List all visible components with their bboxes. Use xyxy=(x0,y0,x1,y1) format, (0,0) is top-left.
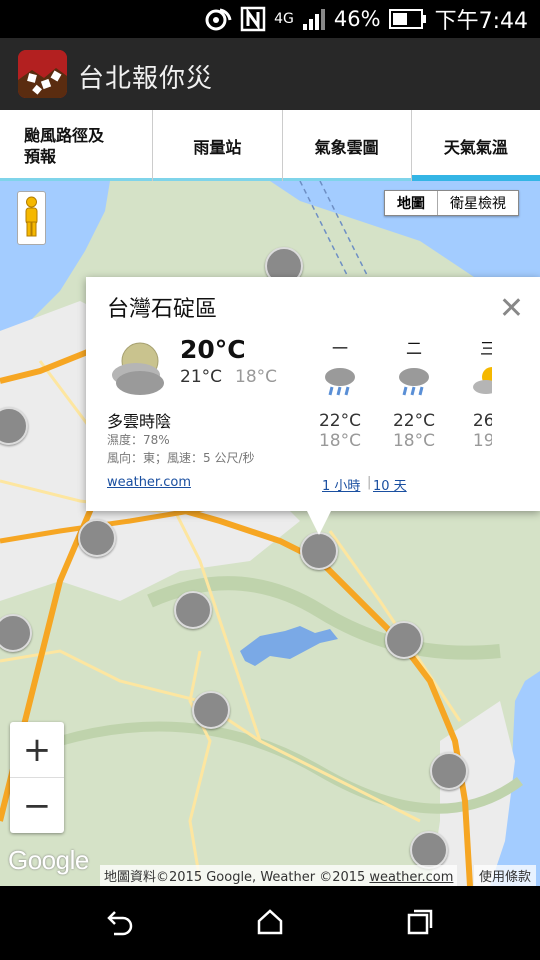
tab-weather-temperature[interactable]: 天氣氣溫 xyxy=(411,110,540,181)
forecast-day: 二 22°C 18°C xyxy=(384,335,444,451)
tab-typhoon-track[interactable]: 颱風路徑及 預報 xyxy=(0,110,154,181)
forecast-day-label: 一 xyxy=(331,339,348,358)
ten-day-forecast-link[interactable]: 10 天 xyxy=(373,475,407,494)
current-high: 21°C xyxy=(180,367,223,387)
hourly-forecast-link[interactable]: 1 小時 xyxy=(322,475,360,494)
tab-rain-station[interactable]: 雨量站 xyxy=(153,110,283,181)
forecast-day-label: 三 xyxy=(479,339,492,358)
tab-label: 天氣氣溫 xyxy=(443,137,508,157)
forecast-day: 三 26° 19° xyxy=(458,335,492,451)
link-separator: | xyxy=(367,475,372,490)
battery-icon xyxy=(388,9,426,29)
current-condition: 多雲時陰 xyxy=(107,412,172,431)
forecast-day-label: 二 xyxy=(405,339,422,358)
app-logo-icon xyxy=(18,50,67,98)
map-weather-marker-icon[interactable] xyxy=(192,691,230,729)
sun-cloud-icon xyxy=(458,363,492,403)
network-type-label: 4G xyxy=(274,11,294,27)
clock: 下午7:44 xyxy=(434,9,528,34)
location-name: 台灣石碇區 xyxy=(107,297,218,322)
zoom-in-button[interactable]: + xyxy=(10,722,64,778)
forecast-low: 18°C xyxy=(392,431,435,451)
weather-info-window: 台灣石碇區 20°C 21°C 18°C 多雲時陰 濕度：78% 風向：東；風速… xyxy=(86,277,540,535)
forecast-day: 一 22°C 18°C xyxy=(310,335,370,451)
map-type-toggle: 地圖 衛星檢視 xyxy=(384,190,519,216)
forecast-low: 18°C xyxy=(318,431,361,451)
rain-cloud-icon xyxy=(310,363,370,403)
map-weather-marker-icon[interactable] xyxy=(174,591,212,629)
rain-cloud-icon xyxy=(384,363,444,403)
cloudy-icon xyxy=(110,339,166,401)
back-icon[interactable] xyxy=(106,908,134,936)
current-temperature: 20°C xyxy=(180,335,246,364)
nfc-signal-icon xyxy=(205,8,232,31)
map-weather-marker-icon[interactable] xyxy=(78,519,116,557)
cell-signal-icon xyxy=(302,9,325,30)
map-type-map-button[interactable]: 地圖 xyxy=(385,191,438,215)
current-wind: 風向：東；風速：5 公尺/秒 xyxy=(107,451,255,465)
attribution-text: 地圖資料©2015 Google, Weather ©2015 xyxy=(104,870,370,885)
zoom-controls: + − xyxy=(10,722,64,833)
tab-bar: 颱風路徑及 預報 雨量站 氣象雲圖 天氣氣溫 xyxy=(0,110,540,182)
recent-apps-icon[interactable] xyxy=(406,908,434,936)
tab-label: 颱風路徑及 預報 xyxy=(24,125,105,166)
map-type-satellite-button[interactable]: 衛星檢視 xyxy=(438,191,518,215)
terms-of-use-link[interactable]: 使用條款 xyxy=(473,865,536,886)
info-window-content: 台灣石碇區 20°C 21°C 18°C 多雲時陰 濕度：78% 風向：東；風速… xyxy=(86,277,492,511)
map-weather-marker-icon[interactable] xyxy=(385,621,423,659)
zoom-out-button[interactable]: − xyxy=(10,778,64,833)
google-logo: Google xyxy=(8,845,89,875)
forecast-high: 22°C xyxy=(318,411,361,431)
current-humidity: 濕度：78% xyxy=(107,433,170,447)
tab-satellite-cloud[interactable]: 氣象雲圖 xyxy=(282,110,412,181)
app-bar: 台北報你災 xyxy=(0,38,540,110)
forecast-high: 22°C xyxy=(392,411,435,431)
tab-label: 氣象雲圖 xyxy=(314,137,379,157)
battery-percent: 46% xyxy=(333,7,381,31)
app-title: 台北報你災 xyxy=(78,64,214,94)
weather-source-link[interactable]: weather.com xyxy=(107,475,191,490)
forecast-low: 19° xyxy=(472,431,492,451)
status-bar: 4G 46% 下午7:44 xyxy=(0,0,540,38)
tab-label: 雨量站 xyxy=(193,137,242,157)
map-weather-marker-icon[interactable] xyxy=(410,831,448,869)
map-weather-marker-icon[interactable] xyxy=(300,532,338,570)
map-attribution: 地圖資料©2015 Google, Weather ©2015 weather.… xyxy=(100,865,458,886)
attribution-weather-link[interactable]: weather.com xyxy=(369,870,453,885)
close-icon[interactable]: ✕ xyxy=(499,291,524,326)
home-icon[interactable] xyxy=(256,908,284,936)
current-low: 18°C xyxy=(235,367,278,387)
street-view-pegman-icon[interactable] xyxy=(17,191,46,245)
navigation-bar xyxy=(0,886,540,960)
nfc-icon xyxy=(240,6,266,32)
forecast-high: 26° xyxy=(472,411,492,431)
info-window-pointer xyxy=(306,509,332,535)
map-weather-marker-icon[interactable] xyxy=(430,752,468,790)
